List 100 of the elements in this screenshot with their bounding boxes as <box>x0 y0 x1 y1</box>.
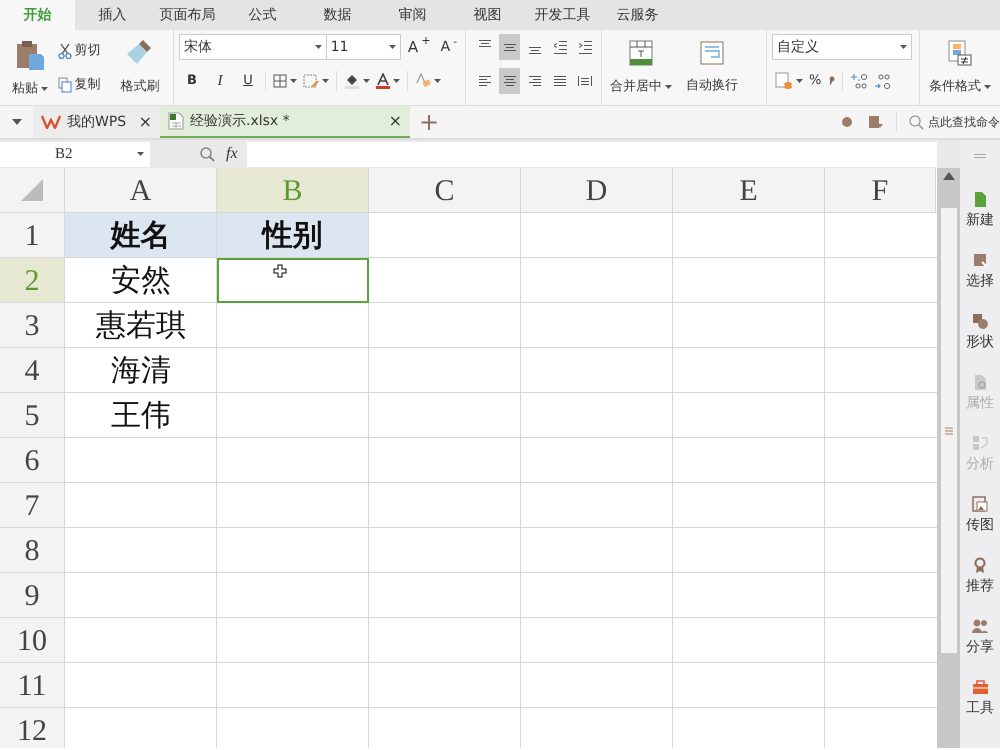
italic-button[interactable]: I <box>205 68 235 94</box>
bold-button[interactable]: B <box>179 68 205 94</box>
ribbon-tab[interactable]: 开发工具 <box>525 0 600 30</box>
conditional-format-button[interactable]: 条件格式 <box>926 74 994 100</box>
caret-icon <box>984 85 991 89</box>
new-tab-button[interactable]: + <box>416 109 442 135</box>
table-cell-text: 惠若琪 <box>95 307 187 345</box>
justify-icon <box>554 76 566 86</box>
row-header[interactable]: 6 <box>0 438 65 483</box>
active-cell[interactable] <box>217 258 369 303</box>
ribbon-tab[interactable]: 页面布局 <box>150 0 225 30</box>
scroll-up-icon <box>942 172 954 180</box>
column-header[interactable]: A <box>65 168 217 213</box>
wrap-text-button[interactable]: 自动换行 <box>683 73 741 99</box>
ribbon-tab[interactable]: 插入 <box>75 0 150 30</box>
ribbon-tab[interactable]: 公式 <box>225 0 300 30</box>
align-middle-icon <box>504 44 516 50</box>
row-header[interactable]: 7 <box>0 483 65 528</box>
row-header[interactable]: 3 <box>0 303 65 348</box>
caret-icon <box>314 45 322 49</box>
decrease-indent-icon <box>554 40 567 54</box>
copy-icon <box>58 77 72 93</box>
caret-icon <box>796 79 803 83</box>
select-icon <box>972 252 988 268</box>
ribbon-tab[interactable]: 数据 <box>300 0 375 30</box>
align-middle-button[interactable] <box>499 34 520 60</box>
row-header[interactable]: 11 <box>0 663 65 708</box>
distributed-icon <box>578 76 592 86</box>
sidebar-item[interactable]: 分享 <box>960 607 1000 668</box>
function-button[interactable]: fx <box>223 141 241 167</box>
row-header[interactable]: 1 <box>0 213 65 258</box>
sidebar-item[interactable]: 形状 <box>960 302 1000 363</box>
caret-icon <box>665 85 672 89</box>
logo-icon <box>842 117 852 127</box>
row-header[interactable]: 10 <box>0 618 65 663</box>
ribbon-tab[interactable]: 云服务 <box>600 0 675 30</box>
increase-font-button[interactable]: A$^{+}$ <box>404 34 434 60</box>
align-bottom-icon <box>529 47 541 54</box>
font-color-icon <box>376 73 390 89</box>
column-header[interactable]: D <box>521 168 673 213</box>
copy-button[interactable]: 复制 <box>54 72 112 98</box>
scroll-thumb[interactable] <box>940 208 956 653</box>
sidebar-item[interactable]: 推荐 <box>960 546 1000 607</box>
eraser-icon <box>415 73 431 89</box>
grip-icon <box>944 426 952 434</box>
toolbox-icon <box>972 678 988 696</box>
merge-center-button[interactable]: 合并居中 <box>607 74 675 100</box>
row-header[interactable]: 4 <box>0 348 65 393</box>
sidebar-item[interactable]: 传图 <box>960 485 1000 546</box>
cut-button[interactable]: 剪切 <box>54 38 112 64</box>
picture-icon <box>972 496 988 512</box>
decrease-font-button[interactable]: A$^{-}$ <box>438 34 460 60</box>
align-center-icon <box>504 76 516 86</box>
align-center-button[interactable] <box>499 68 520 94</box>
format-painter-button[interactable]: 格式刷 <box>118 74 163 100</box>
font-size-select[interactable]: 11 <box>326 34 401 60</box>
number-format-select[interactable]: 自定义 <box>772 34 912 60</box>
table-cell-text: 王伟 <box>110 397 172 435</box>
paintbrush-icon <box>127 38 154 66</box>
table-cell-text: 安然 <box>110 262 172 300</box>
sidebar-item[interactable]: 工具 <box>960 668 1000 729</box>
row-header[interactable]: 9 <box>0 573 65 618</box>
table-cell: 姓名 <box>65 213 217 258</box>
merge-cells-icon <box>629 40 653 66</box>
vertical-scrollbar[interactable] <box>937 168 960 748</box>
column-header[interactable]: E <box>673 168 825 213</box>
zoom-icon <box>200 146 215 162</box>
document-tab[interactable]: 经验演示.xlsx * × <box>160 106 410 138</box>
row-header[interactable]: 8 <box>0 528 65 573</box>
caret-icon <box>363 79 370 83</box>
command-search-field[interactable]: 点此查找命令 <box>909 113 1000 131</box>
row-header[interactable]: 5 <box>0 393 65 438</box>
scissors-icon <box>58 43 72 59</box>
conditional-format-icon <box>948 40 972 66</box>
wrap-text-icon <box>700 41 724 65</box>
name-box[interactable]: B2 <box>0 142 150 166</box>
sidebar-item[interactable]: 选择 <box>960 241 1000 302</box>
search-icon <box>909 114 924 130</box>
ribbon-tab[interactable]: 审阅 <box>375 0 450 30</box>
font-name-select[interactable]: 宋体 <box>179 34 327 60</box>
row-header[interactable]: 12 <box>0 708 65 748</box>
paint-bucket-icon <box>344 73 360 89</box>
column-header[interactable]: F <box>825 168 936 213</box>
column-header[interactable]: C <box>369 168 521 213</box>
caret-icon <box>393 79 400 83</box>
underline-button[interactable]: U <box>235 68 261 94</box>
decrease-decimal-icon <box>874 72 892 90</box>
tab-title: 我的WPS <box>67 112 126 132</box>
align-top-icon <box>478 40 491 47</box>
grid-brush-icon <box>303 74 319 88</box>
ribbon-tab[interactable]: 视图 <box>450 0 525 30</box>
formula-input[interactable] <box>246 142 937 166</box>
paste-button[interactable]: 粘贴 <box>8 76 51 102</box>
caret-icon <box>137 152 144 156</box>
close-tab-button[interactable]: × <box>138 110 152 134</box>
document-tab[interactable]: 我的WPS × <box>33 106 160 138</box>
tab-title: 经验演示.xlsx * <box>190 112 290 130</box>
close-tab-button[interactable]: × <box>388 109 402 133</box>
percent-button[interactable]: % <box>806 68 824 94</box>
sidebar-item[interactable]: 新建 <box>960 180 1000 241</box>
